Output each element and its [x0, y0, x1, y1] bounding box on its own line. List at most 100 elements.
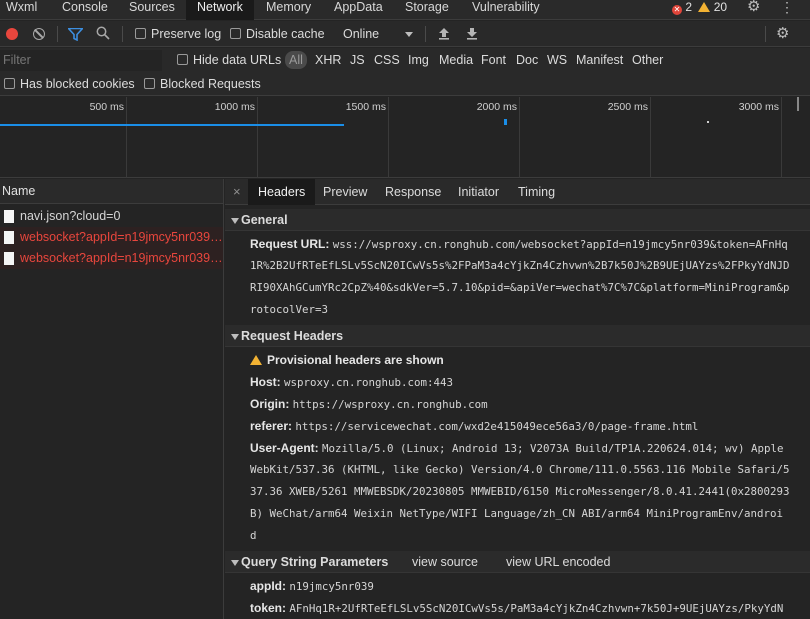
tab-memory[interactable]: Memory [260, 0, 322, 20]
filter-type-all[interactable]: All [285, 51, 307, 69]
search-icon[interactable] [96, 21, 110, 47]
toolbar-divider [57, 26, 58, 42]
name-column-header[interactable]: Name [0, 179, 223, 204]
tab-console[interactable]: Console [56, 0, 114, 20]
header-host-row: Host: wsproxy.cn.ronghub.com:443 [250, 371, 453, 394]
blocked-requests-label: Blocked Requests [160, 77, 261, 91]
checkbox-box[interactable] [230, 28, 241, 39]
tab-initiator[interactable]: Initiator [458, 179, 499, 205]
close-icon[interactable]: × [233, 179, 241, 205]
header-value: https://wsproxy.cn.ronghub.com [292, 398, 488, 411]
view-source-link[interactable]: view source [412, 551, 478, 573]
timeline-gridline [519, 97, 520, 178]
network-settings-gear-icon[interactable]: ⚙ [776, 21, 789, 47]
timeline-request-bar [0, 124, 344, 126]
request-url-value: 1R%2B2UfRTeEfLSLv5ScN20ICwVs5s%2FPaM3a4c… [250, 259, 790, 272]
throttling-select[interactable]: Online [343, 21, 417, 47]
document-icon [4, 252, 14, 265]
param-value: AFnHq1R+2UfRTeEfLSLv5ScN20ICwVs5s/PaM3a4… [289, 602, 784, 615]
disable-cache-checkbox[interactable]: Disable cache [230, 21, 325, 47]
tab-preview[interactable]: Preview [323, 179, 367, 205]
request-name: websocket?appId=n19jmcy5nr039&token=AFnH… [20, 230, 223, 244]
import-har-icon[interactable] [438, 21, 450, 47]
request-row[interactable]: websocket?appId=n19jmcy5nr039&token=AFnH… [0, 227, 223, 248]
timeline-gridline [781, 97, 782, 178]
filter-type-other[interactable]: Other [632, 48, 663, 73]
timeline-gridline [650, 97, 651, 178]
expand-triangle-icon [231, 218, 239, 224]
header-name: referer: [250, 419, 293, 433]
view-url-encoded-link[interactable]: view URL encoded [506, 551, 610, 573]
query-params-section-header[interactable]: Query String Parameters view source view… [225, 551, 810, 573]
filter-type-js[interactable]: JS [350, 48, 365, 73]
timeline-tick-label: 500 ms [89, 101, 124, 113]
tab-appdata[interactable]: AppData [328, 0, 392, 20]
header-value: https://servicewechat.com/wxd2e415049ece… [295, 420, 699, 433]
tab-headers[interactable]: Headers [248, 179, 316, 205]
filter-type-ws[interactable]: WS [547, 48, 567, 73]
preserve-log-label: Preserve log [151, 27, 222, 41]
param-name: token: [250, 601, 286, 615]
filter-type-doc[interactable]: Doc [516, 48, 538, 73]
filter-type-media[interactable]: Media [439, 48, 473, 73]
filter-type-img[interactable]: Img [408, 48, 429, 73]
checkbox-box[interactable] [144, 78, 155, 89]
tab-timing[interactable]: Timing [518, 179, 555, 205]
preserve-log-checkbox[interactable]: Preserve log [135, 21, 221, 47]
expand-triangle-icon [231, 560, 239, 566]
disable-cache-label: Disable cache [246, 27, 325, 41]
timeline-overview[interactable]: 500 ms 1000 ms 1500 ms 2000 ms 2500 ms 3… [0, 97, 810, 178]
request-row[interactable]: websocket?appId=n19jmcy5nr039&token=AFnH… [0, 248, 223, 269]
tab-response[interactable]: Response [385, 179, 441, 205]
request-name: websocket?appId=n19jmcy5nr039&token=AFnH… [20, 251, 223, 265]
chevron-down-icon [405, 32, 413, 37]
timeline-tick-label: 2500 ms [607, 101, 648, 113]
request-url-value: rotocolVer=3 [250, 303, 329, 316]
tab-wxml[interactable]: Wxml [0, 0, 50, 20]
toolbar-divider [122, 26, 123, 42]
header-value: wsproxy.cn.ronghub.com:443 [284, 376, 454, 389]
query-param-token-row: token: AFnHq1R+2UfRTeEfLSLv5ScN20ICwVs5s… [250, 597, 783, 619]
blocked-requests-checkbox[interactable]: Blocked Requests [144, 73, 261, 96]
provisional-text: Provisional headers are shown [267, 353, 444, 367]
timeline-gridline [126, 97, 127, 178]
checkbox-box[interactable] [177, 54, 188, 65]
filter-funnel-icon[interactable] [66, 21, 85, 47]
issues-badge[interactable]: ✕ 2 20 [672, 0, 727, 16]
filter-type-font[interactable]: Font [481, 48, 506, 73]
record-icon[interactable] [6, 21, 18, 47]
filter-input[interactable] [0, 50, 162, 71]
gear-icon[interactable]: ⚙ [747, 0, 765, 20]
general-section-header[interactable]: General [225, 209, 810, 231]
request-detail-pane: × Headers Preview Response Initiator Tim… [225, 179, 810, 619]
general-title: General [241, 213, 288, 227]
provisional-warning: Provisional headers are shown [250, 349, 444, 371]
checkbox-box[interactable] [4, 78, 15, 89]
filter-type-manifest[interactable]: Manifest [576, 48, 623, 73]
blocked-cookies-checkbox[interactable]: Has blocked cookies [4, 73, 135, 96]
filter-type-css[interactable]: CSS [374, 48, 400, 73]
query-params-title: Query String Parameters [241, 555, 389, 569]
kebab-menu-icon[interactable]: ⋮ [780, 0, 794, 20]
timeline-request-bar [504, 119, 507, 125]
hide-data-urls-checkbox[interactable]: Hide data URLs [177, 48, 281, 73]
request-headers-section-header[interactable]: Request Headers [225, 325, 810, 347]
filter-type-xhr[interactable]: XHR [315, 48, 341, 73]
request-row[interactable]: navi.json?cloud=0 [0, 206, 223, 227]
tab-network[interactable]: Network [186, 0, 254, 20]
document-icon [4, 210, 14, 223]
timeline-range-handle[interactable] [797, 97, 799, 111]
clear-icon[interactable] [33, 21, 45, 47]
document-icon [4, 231, 14, 244]
export-har-icon[interactable] [466, 21, 478, 47]
tab-storage[interactable]: Storage [399, 0, 455, 20]
timeline-tick-label: 1500 ms [345, 101, 386, 113]
timeline-tick-label: 3000 ms [738, 101, 779, 113]
param-name: appId: [250, 579, 286, 593]
filter-row: Hide data URLs All XHR JS CSS Img Media … [0, 48, 810, 73]
tab-sources[interactable]: Sources [123, 0, 185, 20]
toolbar-divider [765, 26, 766, 42]
checkbox-box[interactable] [135, 28, 146, 39]
throttling-value: Online [343, 27, 380, 41]
tab-vulnerability[interactable]: Vulnerability [466, 0, 546, 20]
